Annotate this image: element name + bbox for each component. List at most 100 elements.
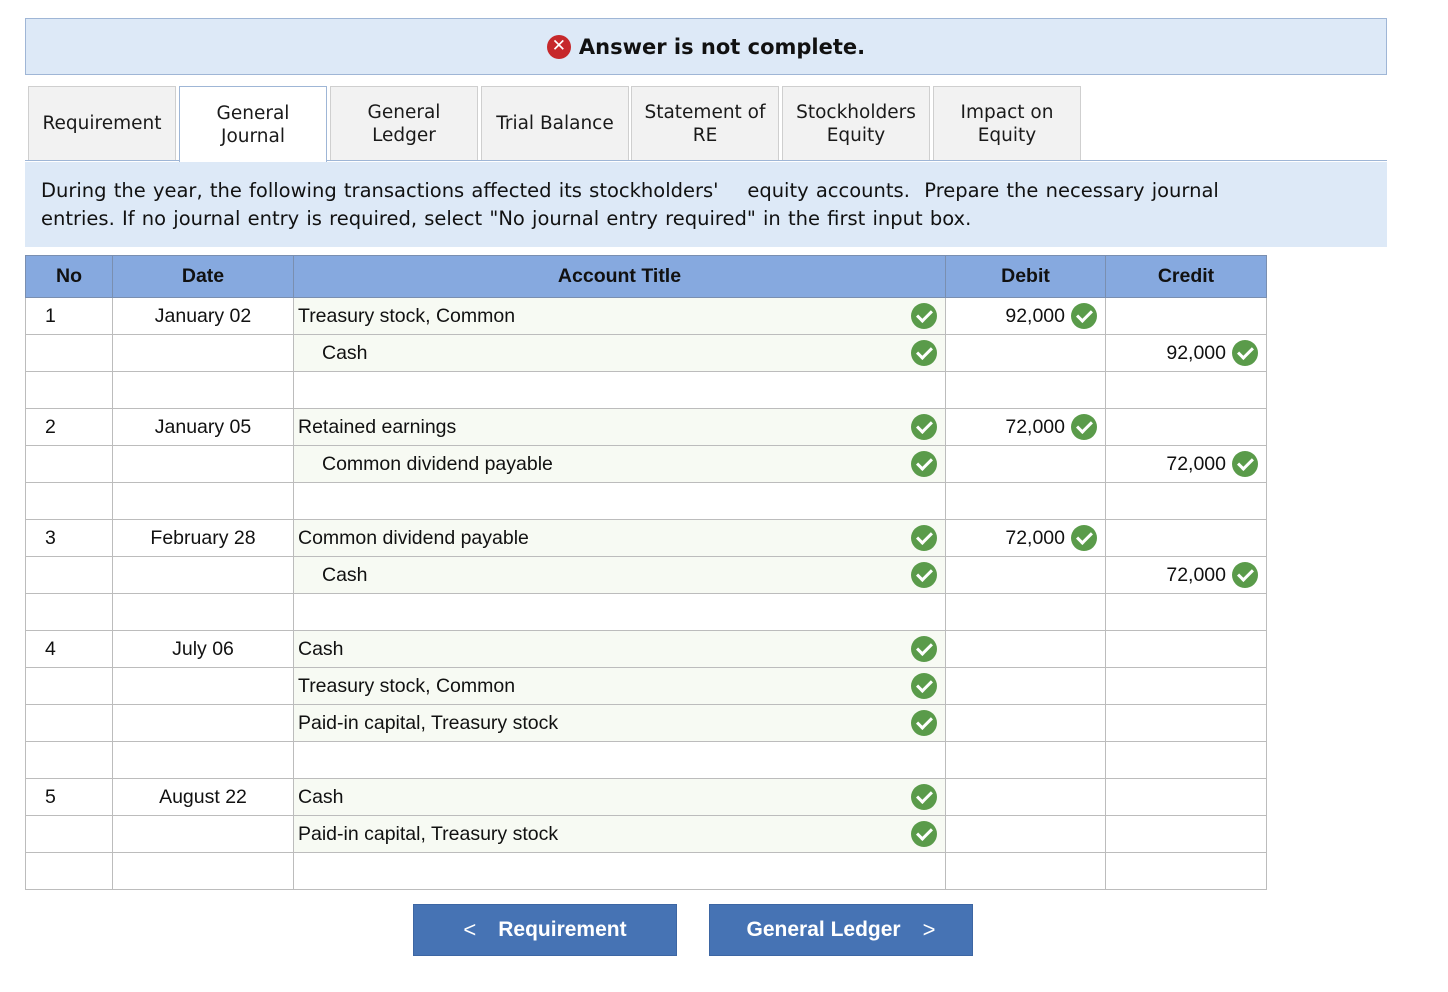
check-circle-icon <box>1071 303 1097 329</box>
entry-number <box>25 482 113 520</box>
debit-input[interactable] <box>945 704 1106 742</box>
date-select[interactable]: August 22 <box>112 778 294 816</box>
journal-body: 1 January 02 Treasury stock, Common 92,000 C… <box>25 297 1267 890</box>
account-title-select[interactable]: Common dividend payable <box>293 445 946 483</box>
debit-input[interactable] <box>945 667 1106 705</box>
account-title-select[interactable] <box>293 371 946 409</box>
credit-input[interactable] <box>1105 778 1267 816</box>
next-general-ledger-button[interactable]: General Ledger > <box>709 904 973 956</box>
date-select[interactable] <box>112 556 294 594</box>
credit-input[interactable]: 92,000 <box>1105 334 1267 372</box>
debit-input[interactable] <box>945 334 1106 372</box>
account-title-select[interactable] <box>293 741 946 779</box>
debit-input[interactable] <box>945 371 1106 409</box>
debit-input[interactable]: 72,000 <box>945 519 1106 557</box>
entry-number <box>25 704 113 742</box>
account-title-value: Paid-in capital, Treasury stock <box>298 711 559 734</box>
date-select[interactable]: February 28 <box>112 519 294 557</box>
tab-statement-of-re[interactable]: Statement of RE <box>631 86 779 160</box>
account-title-value: Cash <box>322 563 368 586</box>
credit-input[interactable] <box>1105 408 1267 446</box>
credit-input[interactable] <box>1105 815 1267 853</box>
tab-stockholders-equity[interactable]: Stockholders Equity <box>782 86 930 160</box>
credit-input[interactable] <box>1105 482 1267 520</box>
account-title-select[interactable]: Cash <box>293 334 946 372</box>
date-select[interactable] <box>112 445 294 483</box>
debit-input[interactable]: 92,000 <box>945 297 1106 335</box>
credit-input[interactable] <box>1105 371 1267 409</box>
entry-number <box>25 371 113 409</box>
account-title-select[interactable]: Cash <box>293 630 946 668</box>
date-select[interactable] <box>112 667 294 705</box>
account-title-select[interactable]: Cash <box>293 778 946 816</box>
credit-input[interactable]: 72,000 <box>1105 445 1267 483</box>
debit-input[interactable] <box>945 852 1106 890</box>
account-title-select[interactable] <box>293 852 946 890</box>
credit-input[interactable] <box>1105 741 1267 779</box>
debit-input[interactable] <box>945 630 1106 668</box>
next-button-label: General Ledger <box>746 918 901 941</box>
journal-row: Treasury stock, Common <box>25 667 1267 705</box>
date-select[interactable] <box>112 741 294 779</box>
account-title-value: Common dividend payable <box>298 526 529 549</box>
credit-input[interactable] <box>1105 704 1267 742</box>
date-select[interactable]: January 02 <box>112 297 294 335</box>
chevron-left-icon: < <box>463 917 477 942</box>
x-circle-icon: ✕ <box>546 34 571 59</box>
credit-input[interactable] <box>1105 297 1267 335</box>
account-title-select[interactable] <box>293 593 946 631</box>
credit-input[interactable] <box>1105 593 1267 631</box>
header-credit: Credit <box>1105 255 1267 298</box>
tab-trial-balance[interactable]: Trial Balance <box>481 86 629 160</box>
journal-row: 1 January 02 Treasury stock, Common 92,000 <box>25 297 1267 335</box>
account-title-select[interactable] <box>293 482 946 520</box>
date-select[interactable] <box>112 482 294 520</box>
date-select[interactable]: January 05 <box>112 408 294 446</box>
journal-row <box>25 741 1267 779</box>
credit-input[interactable] <box>1105 852 1267 890</box>
debit-input[interactable] <box>945 815 1106 853</box>
check-circle-icon <box>911 636 937 662</box>
account-title-select[interactable]: Treasury stock, Common <box>293 667 946 705</box>
prev-requirement-button[interactable]: < Requirement <box>413 904 677 956</box>
account-title-select[interactable]: Common dividend payable <box>293 519 946 557</box>
credit-value: 92,000 <box>1166 341 1226 364</box>
date-select[interactable] <box>112 704 294 742</box>
date-select[interactable] <box>112 852 294 890</box>
tab-general-journal[interactable]: General Journal <box>179 86 327 162</box>
date-select[interactable] <box>112 371 294 409</box>
debit-input[interactable] <box>945 445 1106 483</box>
tab-label: Equity <box>977 124 1037 146</box>
credit-input[interactable] <box>1105 667 1267 705</box>
tab-label: General <box>216 102 290 124</box>
date-select[interactable] <box>112 334 294 372</box>
credit-input[interactable]: 72,000 <box>1105 556 1267 594</box>
date-select[interactable] <box>112 593 294 631</box>
account-title-select[interactable]: Cash <box>293 556 946 594</box>
tab-impact-on-equity[interactable]: Impact on Equity <box>933 86 1081 160</box>
account-title-select[interactable]: Paid-in capital, Treasury stock <box>293 815 946 853</box>
credit-input[interactable] <box>1105 519 1267 557</box>
instructions-line: During the year, the following transacti… <box>41 179 1219 202</box>
credit-input[interactable] <box>1105 630 1267 668</box>
entry-number <box>25 815 113 853</box>
debit-input[interactable]: 72,000 <box>945 408 1106 446</box>
journal-header-row: No Date Account Title Debit Credit <box>25 255 1267 298</box>
account-title-select[interactable]: Treasury stock, Common <box>293 297 946 335</box>
entry-number: 4 <box>25 630 113 668</box>
date-select[interactable]: July 06 <box>112 630 294 668</box>
account-title-select[interactable]: Retained earnings <box>293 408 946 446</box>
tab-requirement[interactable]: Requirement <box>28 86 176 160</box>
debit-input[interactable] <box>945 482 1106 520</box>
entry-number <box>25 445 113 483</box>
debit-input[interactable] <box>945 778 1106 816</box>
debit-input[interactable] <box>945 741 1106 779</box>
journal-row: 5 August 22 Cash <box>25 778 1267 816</box>
tab-general-ledger[interactable]: General Ledger <box>330 86 478 160</box>
debit-input[interactable] <box>945 556 1106 594</box>
journal-row: Common dividend payable 72,000 <box>25 445 1267 483</box>
entry-number: 1 <box>25 297 113 335</box>
debit-input[interactable] <box>945 593 1106 631</box>
account-title-select[interactable]: Paid-in capital, Treasury stock <box>293 704 946 742</box>
date-select[interactable] <box>112 815 294 853</box>
